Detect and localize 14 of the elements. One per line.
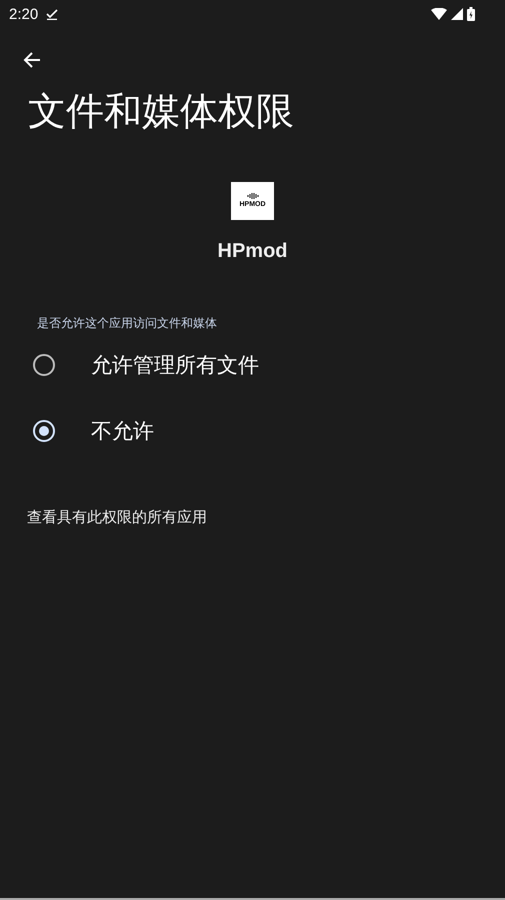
back-arrow-icon <box>22 50 42 70</box>
section-label: 是否允许这个应用访问文件和媒体 <box>37 315 218 332</box>
status-time: 2:20 <box>9 6 38 22</box>
all-apps-link[interactable]: 查看具有此权限的所有应用 <box>27 508 505 527</box>
radio-button[interactable] <box>33 420 55 442</box>
page-title: 文件和媒体权限 <box>28 90 295 135</box>
download-done-icon <box>46 8 58 20</box>
radio-option[interactable]: 不允许 <box>0 398 505 464</box>
radio-button[interactable] <box>33 354 55 376</box>
app-name: HPmod <box>218 240 288 263</box>
radio-option[interactable]: 允许管理所有文件 <box>0 332 505 398</box>
battery-icon <box>467 7 475 21</box>
signal-icon <box>451 8 463 20</box>
wifi-icon <box>431 8 447 20</box>
